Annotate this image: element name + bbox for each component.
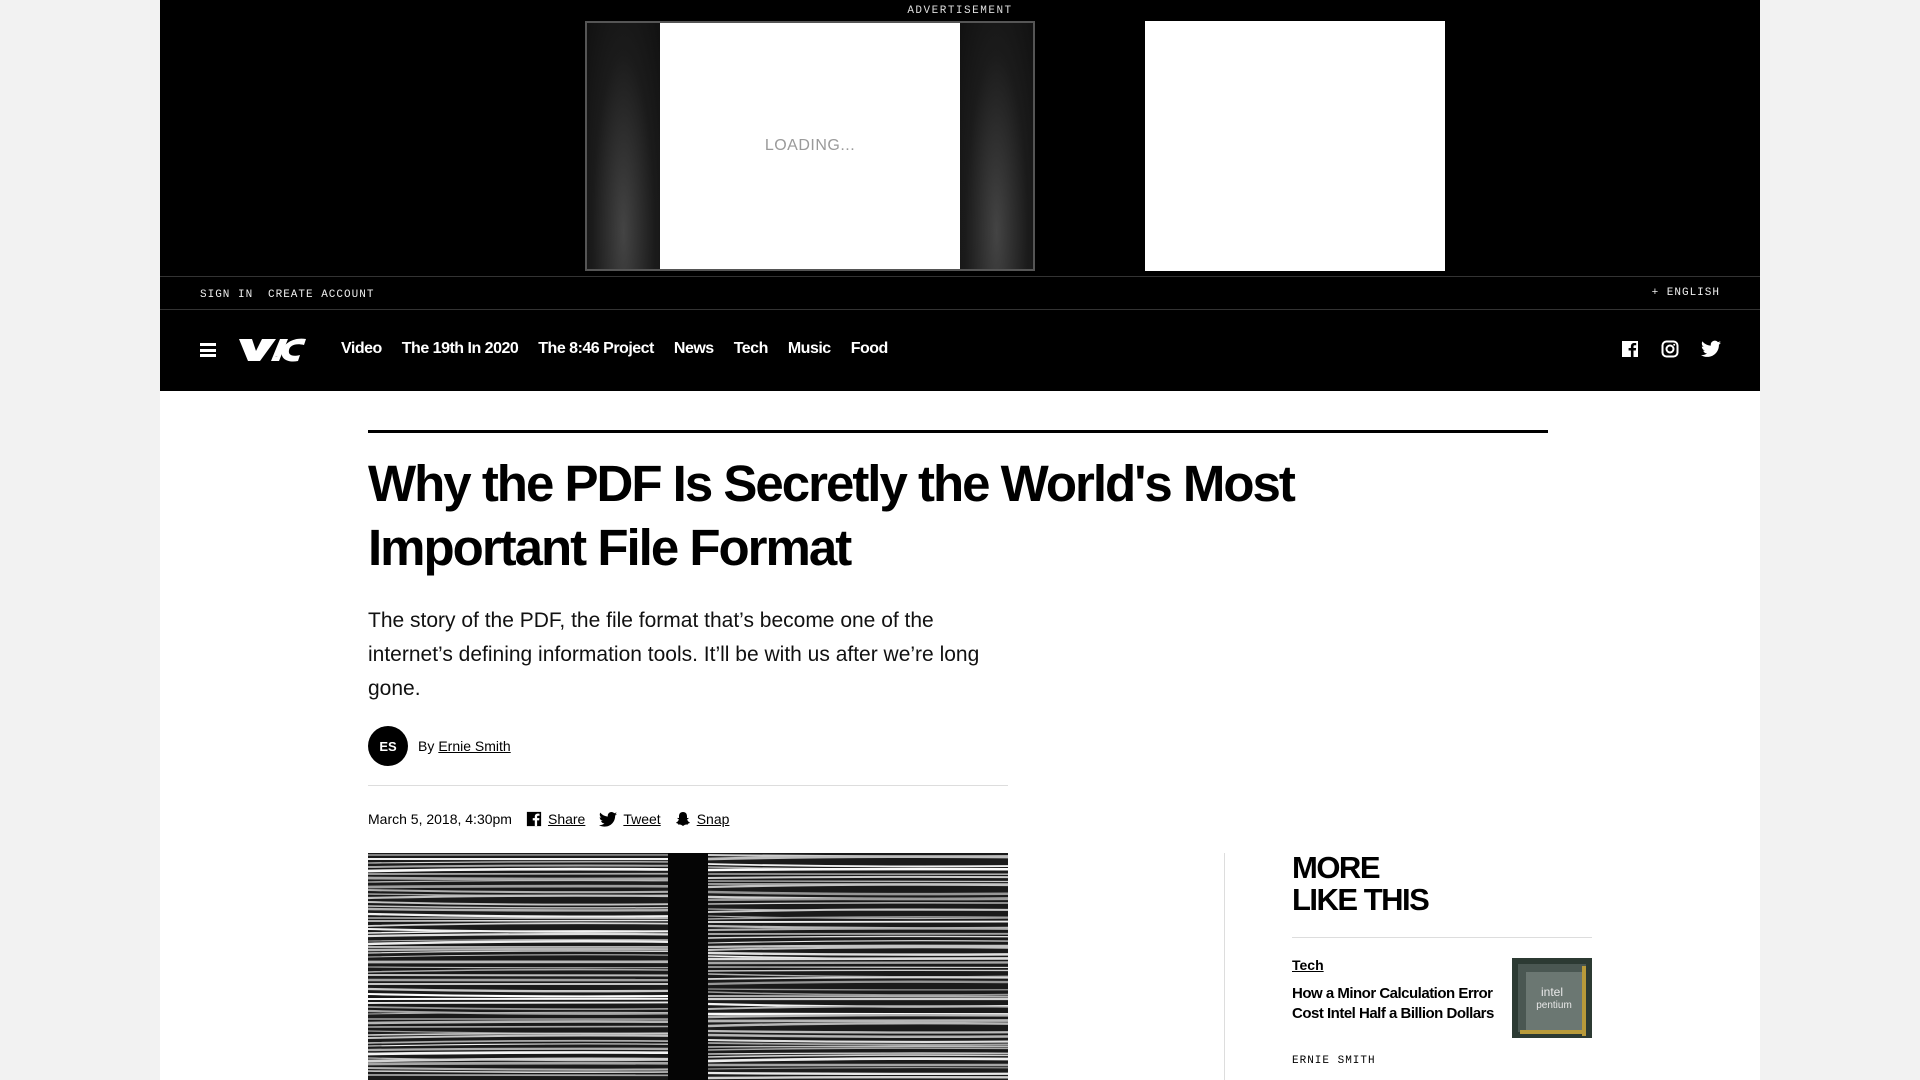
ad-slot-primary[interactable]: LOADING... xyxy=(585,21,1035,271)
share-snapchat-button[interactable]: Snap xyxy=(675,811,730,827)
nav-item-tech[interactable]: Tech xyxy=(734,340,769,358)
by-label: By xyxy=(418,738,435,754)
share-facebook-button[interactable]: Share xyxy=(526,811,585,827)
share-twitter-label: Tweet xyxy=(623,811,661,827)
instagram-icon[interactable] xyxy=(1661,340,1679,358)
share-snapchat-label: Snap xyxy=(696,811,730,827)
menu-icon[interactable] xyxy=(200,343,216,357)
facebook-icon[interactable] xyxy=(1621,340,1639,358)
ad-slot-left-edge xyxy=(587,23,660,269)
author-link[interactable]: Ernie Smith xyxy=(438,738,510,754)
vice-logo[interactable]: VICE xyxy=(236,337,314,368)
nav-item-news[interactable]: News xyxy=(674,340,714,358)
article-dek: The story of the PDF, the file format th… xyxy=(368,609,980,700)
nav-item-19th-in-2020[interactable]: The 19th In 2020 xyxy=(402,340,519,358)
more-like-this-line-1: MORE xyxy=(1292,850,1381,885)
main-nav: VICE Video The 19th In 2020 The 8:46 Pro… xyxy=(160,310,1760,391)
author-avatar[interactable]: ES xyxy=(368,726,408,766)
share-twitter-button[interactable]: Tweet xyxy=(599,811,661,827)
byline-divider xyxy=(368,785,1008,786)
svg-text:intel: intel xyxy=(1541,985,1563,999)
card-thumbnail[interactable]: intel pentium xyxy=(1512,958,1592,1038)
article-headline: Why the PDF Is Secretly the World's Most… xyxy=(368,455,1296,576)
headline-top-rule xyxy=(368,430,1548,433)
account-bar: SIGN IN CREATE ACCOUNT + ENGLISH xyxy=(160,276,1760,310)
page: ADVERTISEMENT LOADING... SIGN IN CREATE … xyxy=(160,0,1760,1080)
share-facebook-label: Share xyxy=(547,811,586,827)
ad-slot-right-edge xyxy=(960,23,1033,269)
card-tag-link[interactable]: Tech xyxy=(1292,957,1324,973)
ad-loading-text: LOADING... xyxy=(764,137,856,154)
nav-item-music[interactable]: Music xyxy=(788,340,831,358)
ad-banner: ADVERTISEMENT LOADING... xyxy=(160,0,1760,276)
more-like-this-line-2: LIKE THIS xyxy=(1292,882,1430,917)
sidebar-divider xyxy=(1224,853,1225,1080)
ad-slot-secondary[interactable] xyxy=(1145,21,1445,271)
publish-date: March 5, 2018, 4:30pm xyxy=(368,811,512,827)
nav-item-food[interactable]: Food xyxy=(851,340,889,358)
twitter-icon[interactable] xyxy=(1701,340,1721,358)
hero-image xyxy=(368,853,1008,1080)
nav-item-846-project[interactable]: The 8:46 Project xyxy=(538,340,654,358)
nav-item-video[interactable]: Video xyxy=(341,340,382,358)
svg-text:pentium: pentium xyxy=(1536,1000,1572,1011)
facebook-icon xyxy=(526,811,542,827)
more-like-this-heading: MORE LIKE THIS xyxy=(1292,850,1430,917)
card-author: ERNIE SMITH xyxy=(1292,1055,1376,1067)
byline: ES By Ernie Smith xyxy=(368,726,511,766)
ad-label: ADVERTISEMENT xyxy=(907,5,1013,17)
twitter-icon xyxy=(599,811,618,827)
sign-in-link[interactable]: SIGN IN xyxy=(200,289,253,301)
card-title-link[interactable]: How a Minor Calculation Error Cost Intel… xyxy=(1292,984,1502,1024)
more-like-this-rule xyxy=(1292,937,1592,938)
article-meta: March 5, 2018, 4:30pm Share Tweet Snap xyxy=(368,811,743,827)
language-selector[interactable]: + ENGLISH xyxy=(1652,287,1720,299)
svg-text:VICE: VICE xyxy=(275,356,278,358)
snapchat-icon xyxy=(675,812,690,826)
nav-items: Video The 19th In 2020 The 8:46 Project … xyxy=(341,340,908,358)
create-account-link[interactable]: CREATE ACCOUNT xyxy=(268,289,374,301)
ad-slot-content[interactable]: LOADING... xyxy=(660,23,960,269)
